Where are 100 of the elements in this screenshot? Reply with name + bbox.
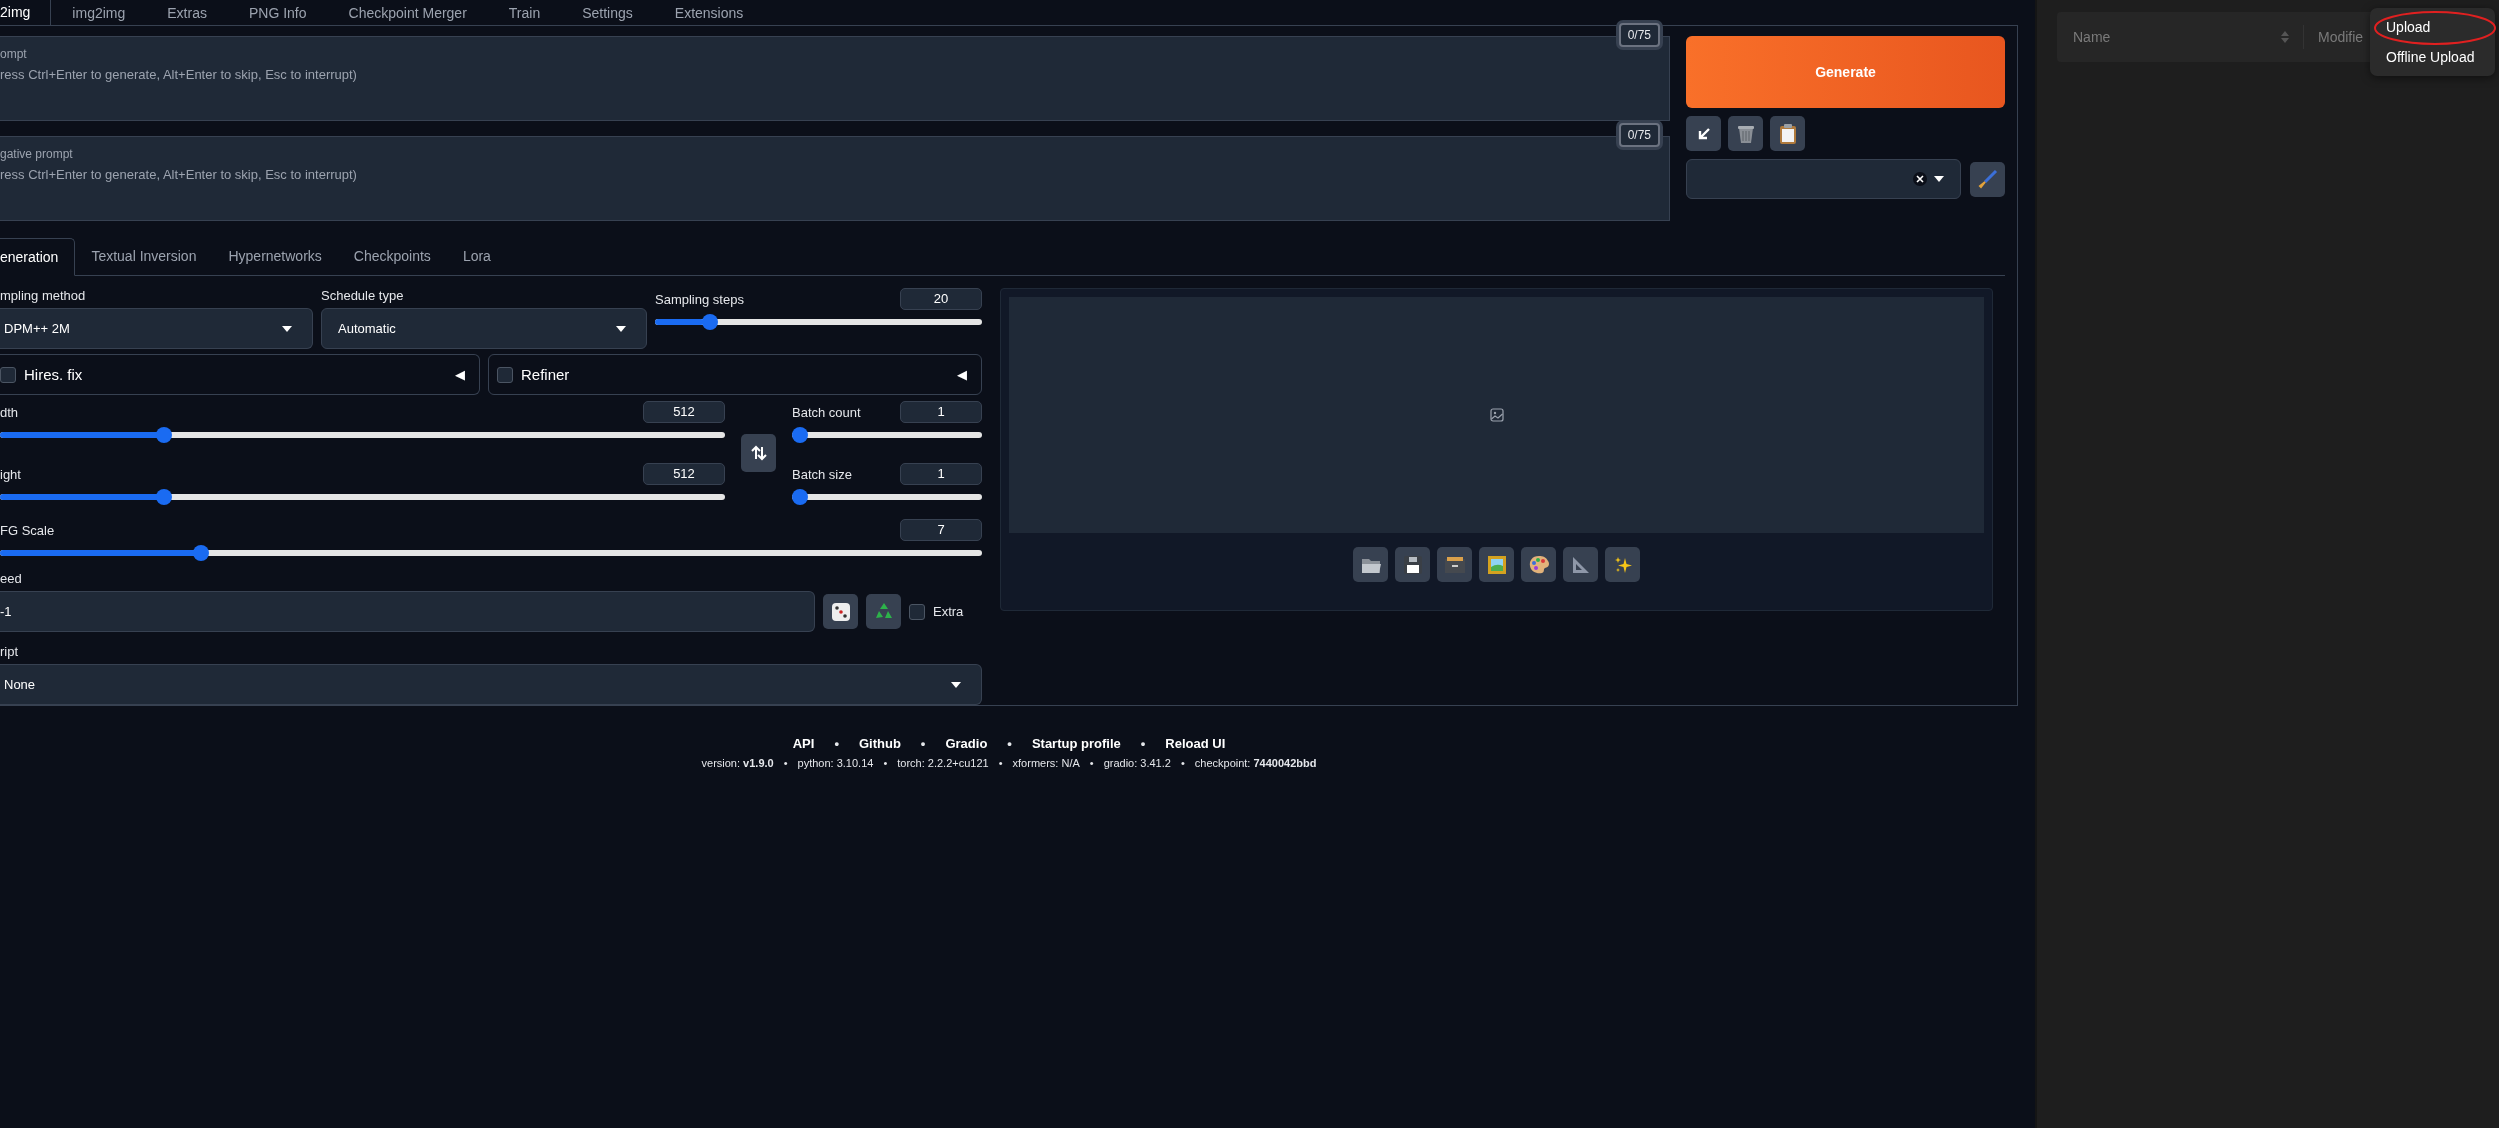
caret-icon bbox=[951, 681, 961, 688]
slider-thumb[interactable] bbox=[155, 489, 172, 505]
version-info: checkpoint: 7440042bbd bbox=[1194, 757, 1317, 769]
tab[interactable]: Textual Inversion bbox=[75, 238, 213, 275]
collapse-toggle[interactable]: ◀ bbox=[957, 367, 967, 382]
checkbox[interactable] bbox=[0, 366, 16, 383]
field-label: Schedule type bbox=[321, 288, 405, 303]
field-label: Batch size bbox=[792, 466, 852, 482]
slider-thumb[interactable] bbox=[155, 427, 172, 443]
version-info: xformers: N/A bbox=[1012, 757, 1080, 769]
field-label: Sampling steps bbox=[655, 291, 744, 307]
slider-thumb[interactable] bbox=[701, 314, 718, 330]
accordion-title: Hires. fix bbox=[24, 366, 84, 383]
tab[interactable]: Checkpoints bbox=[337, 238, 447, 275]
tab[interactable]: img2img bbox=[51, 0, 147, 25]
slider-track[interactable] bbox=[0, 489, 725, 505]
tab[interactable]: PNG Info bbox=[227, 0, 328, 25]
collapse-toggle[interactable]: ◀ bbox=[455, 367, 465, 382]
number-field[interactable]: 20 bbox=[900, 288, 982, 310]
prompt-input[interactable]: ress Ctrl+Enter to generate, Alt+Enter to skip, Esc to interrupt) bbox=[0, 67, 1669, 87]
file-cabinet-icon[interactable] bbox=[1437, 547, 1472, 582]
slider-thumb[interactable] bbox=[792, 489, 808, 505]
slider-thumb[interactable] bbox=[792, 427, 808, 443]
separator-dot: • bbox=[1180, 757, 1185, 769]
number-field[interactable]: 512 bbox=[643, 401, 725, 423]
clear-icon[interactable] bbox=[1912, 171, 1928, 187]
separator-dot: • bbox=[1089, 757, 1094, 769]
caret-icon bbox=[282, 325, 292, 332]
field-label: mpling method bbox=[0, 288, 87, 303]
prompt-label: ompt bbox=[0, 47, 28, 61]
swap-icon[interactable] bbox=[741, 434, 776, 472]
separator-dot: • bbox=[883, 757, 888, 769]
field-label: dth bbox=[0, 404, 19, 420]
number-field[interactable]: 1 bbox=[900, 463, 982, 485]
tab[interactable]: Extras bbox=[146, 0, 228, 25]
field-label: FG Scale bbox=[0, 522, 55, 538]
footer-link[interactable]: Gradio bbox=[945, 736, 988, 751]
brush-icon[interactable] bbox=[1970, 161, 2005, 197]
footer-link[interactable]: Startup profile bbox=[1031, 736, 1121, 751]
slider-track[interactable] bbox=[655, 314, 982, 330]
dice-icon[interactable] bbox=[823, 594, 858, 629]
image-icon bbox=[1489, 408, 1504, 422]
separator-dot: • bbox=[783, 757, 788, 769]
script-dropdown[interactable]: None bbox=[0, 664, 982, 705]
version-info: python: 3.10.14 bbox=[797, 757, 874, 769]
caret-icon bbox=[1934, 176, 1944, 182]
field-label: ript bbox=[0, 644, 20, 659]
footer-link[interactable]: Reload UI bbox=[1165, 736, 1226, 751]
version-info: gradio: 3.41.2 bbox=[1103, 757, 1171, 769]
number-field[interactable]: 512 bbox=[643, 463, 725, 485]
accordion-header[interactable]: Hires. fix ◀ bbox=[0, 354, 480, 395]
separator-dot: • bbox=[920, 736, 926, 751]
prompt-label: gative prompt bbox=[0, 147, 74, 161]
prompt-input[interactable]: ress Ctrl+Enter to generate, Alt+Enter to skip, Esc to interrupt) bbox=[0, 167, 1669, 187]
field-label: ight bbox=[0, 466, 21, 482]
slider-track[interactable] bbox=[792, 427, 982, 443]
number-field[interactable]: 1 bbox=[900, 401, 982, 423]
tab[interactable]: Settings bbox=[561, 0, 654, 25]
folder-icon[interactable] bbox=[1353, 547, 1388, 582]
tab[interactable]: Hypernetworks bbox=[212, 238, 338, 275]
clipboard-icon[interactable] bbox=[1770, 116, 1805, 151]
footer-link[interactable]: Github bbox=[858, 736, 901, 751]
accordion-title: Refiner bbox=[521, 366, 571, 383]
separator-dot: • bbox=[1007, 736, 1012, 751]
separator-dot: • bbox=[834, 736, 839, 751]
column-header[interactable]: Modifie bbox=[2318, 29, 2364, 45]
caret-icon bbox=[616, 325, 626, 332]
separator-dot: • bbox=[998, 757, 1003, 769]
set-square-icon[interactable] bbox=[1563, 547, 1598, 582]
slider-track[interactable] bbox=[0, 427, 725, 443]
checkbox-label: Extra bbox=[933, 604, 964, 619]
tab[interactable]: Checkpoint Merger bbox=[327, 0, 488, 25]
seed-field[interactable]: -1 bbox=[0, 591, 815, 632]
sparkles-icon[interactable] bbox=[1605, 547, 1640, 582]
checkbox[interactable] bbox=[909, 603, 925, 620]
accordion-header[interactable]: Refiner ◀ bbox=[488, 354, 982, 395]
menu-item[interactable]: Offline Upload bbox=[2370, 42, 2495, 72]
checkbox[interactable] bbox=[497, 366, 513, 383]
separator-dot: • bbox=[1140, 736, 1146, 751]
schedule-dropdown[interactable]: Automatic bbox=[321, 308, 647, 349]
column-header[interactable]: Name bbox=[2073, 29, 2273, 45]
framed-picture-icon[interactable] bbox=[1479, 547, 1514, 582]
tab[interactable]: Lora bbox=[446, 238, 507, 275]
token-counter: 0/75 bbox=[1618, 23, 1660, 47]
menu-item[interactable]: Upload bbox=[2370, 12, 2495, 42]
tab[interactable]: eneration bbox=[0, 238, 76, 276]
sampling-dropdown[interactable]: DPM++ 2M bbox=[0, 308, 313, 349]
footer-link[interactable]: API bbox=[792, 736, 815, 751]
floppy-icon[interactable] bbox=[1395, 547, 1430, 582]
number-field[interactable]: 7 bbox=[900, 519, 982, 541]
palette-icon[interactable] bbox=[1521, 547, 1556, 582]
slider-track[interactable] bbox=[0, 545, 982, 561]
slider-track[interactable] bbox=[792, 489, 982, 505]
tab[interactable]: Extensions bbox=[653, 0, 765, 25]
tab[interactable]: 2img bbox=[0, 0, 52, 26]
token-counter: 0/75 bbox=[1618, 123, 1660, 147]
slider-thumb[interactable] bbox=[193, 545, 210, 561]
tab[interactable]: Train bbox=[487, 0, 562, 25]
version-info: torch: 2.2.2+cu121 bbox=[897, 757, 989, 769]
trash-icon[interactable] bbox=[1728, 116, 1763, 151]
